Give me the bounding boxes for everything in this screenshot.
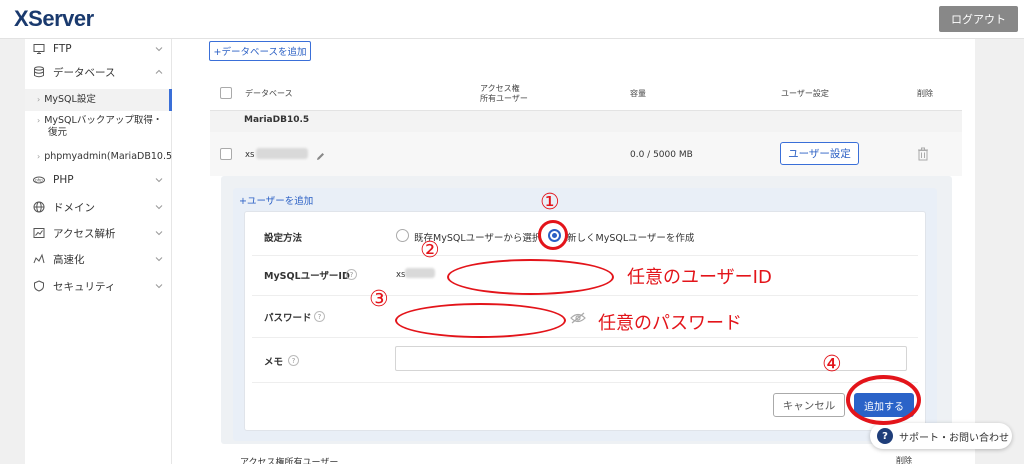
sidebar-subitem-mysql-backup[interactable]: › MySQLバックアップ取得・	[25, 115, 172, 127]
database-icon	[33, 66, 45, 78]
sidebar-item-ftp[interactable]: FTP	[25, 39, 172, 59]
sidebar-item-security[interactable]: セキュリティ	[25, 276, 172, 296]
trash-icon[interactable]	[917, 146, 929, 165]
page: XServer ログアウト FTP データベース › MySQL設定 › MySQL…	[0, 0, 1024, 464]
column-header-database: データベース	[245, 89, 293, 98]
column-header-user-settings: ユーザー設定	[781, 89, 829, 98]
chevron-right-icon: ›	[37, 116, 41, 125]
annotation-user-id-note: 任意のユーザーID	[627, 267, 772, 288]
sidebar-item-label: セキュリティ	[53, 280, 116, 293]
column-header-access-line2: 所有ユーザー	[480, 94, 528, 103]
logout-button[interactable]: ログアウト	[939, 6, 1018, 32]
support-contact-button[interactable]: ? サポート・お問い合わせ	[870, 423, 1012, 449]
annotation-number-2: ②	[420, 238, 440, 263]
annotation-circle-1	[538, 220, 568, 250]
analytics-icon	[33, 227, 45, 239]
chevron-down-icon	[155, 231, 163, 236]
chevron-down-icon	[155, 178, 163, 183]
annotation-ellipse-user-id	[447, 259, 614, 295]
add-user-link[interactable]: +ユーザーを追加	[239, 193, 313, 207]
eye-slash-icon[interactable]	[570, 309, 586, 328]
select-all-checkbox[interactable]	[220, 87, 232, 99]
monitor-icon	[33, 43, 45, 55]
annotation-number-4: ④	[822, 352, 842, 377]
xserver-logo[interactable]: XServer	[14, 6, 94, 32]
database-name: xs	[245, 150, 255, 160]
add-database-button[interactable]: +データベースを追加	[209, 41, 311, 61]
sidebar-item-php[interactable]: php PHP	[25, 170, 172, 190]
access-owner-users-header: アクセス権所有ユーザー	[240, 458, 339, 464]
cancel-button[interactable]: キャンセル	[773, 393, 845, 417]
column-header-capacity: 容量	[630, 89, 646, 98]
redacted-user-id-prefix	[405, 268, 435, 278]
chevron-down-icon	[155, 205, 163, 210]
support-label: サポート・お問い合わせ	[899, 432, 1009, 444]
column-header-access-line1: アクセス権	[480, 84, 520, 93]
memo-label: メモ	[264, 357, 284, 368]
chevron-down-icon	[155, 284, 163, 289]
sidebar-subitem-mysql-settings[interactable]: › MySQL設定	[25, 89, 172, 111]
sidebar-item-speed[interactable]: 高速化	[25, 249, 172, 269]
chevron-down-icon	[155, 47, 163, 52]
annotation-number-3: ③	[369, 287, 389, 312]
form-divider	[252, 295, 918, 296]
chevron-right-icon: ›	[37, 95, 41, 104]
sidebar-item-label: ドメイン	[53, 201, 95, 214]
annotation-password-note: 任意のパスワード	[598, 313, 742, 334]
annotation-ellipse-add-button	[846, 375, 921, 425]
sidebar-item-domain[interactable]: ドメイン	[25, 197, 172, 217]
help-icon[interactable]: ?	[314, 311, 325, 322]
capacity-value: 0.0 / 5000 MB	[630, 150, 693, 160]
sidebar-subitem-label: MySQLバックアップ取得・	[44, 115, 163, 126]
globe-icon	[33, 201, 45, 213]
user-settings-button[interactable]: ユーザー設定	[780, 142, 859, 165]
sidebar-item-label: 高速化	[53, 253, 85, 266]
annotation-ellipse-password	[395, 303, 566, 338]
radio-new-user-label[interactable]: 新しくMySQLユーザーを作成	[567, 230, 694, 244]
annotation-number-1: ①	[540, 190, 560, 215]
svg-text:php: php	[35, 178, 43, 183]
sidebar-item-label: FTP	[53, 43, 72, 55]
sidebar: FTP データベース › MySQL設定 › MySQLバックアップ取得・ 復元 ›…	[25, 39, 176, 464]
sidebar-item-analytics[interactable]: アクセス解析	[25, 223, 172, 243]
group-row	[210, 111, 962, 132]
bottom-delete-header: 削除	[896, 456, 912, 464]
shield-icon	[33, 280, 45, 292]
sidebar-subitem-phpmyadmin[interactable]: › phpmyadmin(MariaDB10.5)	[25, 151, 176, 163]
sidebar-item-label: PHP	[53, 174, 74, 186]
mysql-user-id-label: MySQLユーザーID	[264, 271, 350, 282]
radio-existing-user[interactable]	[396, 229, 409, 242]
sidebar-subitem-label: phpmyadmin(MariaDB10.5)	[44, 151, 176, 162]
php-icon: php	[33, 174, 45, 186]
right-gutter	[975, 39, 1024, 464]
sidebar-item-database[interactable]: データベース	[25, 62, 172, 82]
chevron-right-icon: ›	[37, 152, 41, 161]
edit-pencil-icon[interactable]	[315, 147, 326, 166]
row-checkbox[interactable]	[220, 148, 232, 160]
password-label: パスワード	[264, 313, 312, 324]
redacted-database-name	[256, 148, 308, 159]
form-divider	[252, 382, 918, 383]
help-icon[interactable]: ?	[288, 355, 299, 366]
form-divider	[252, 337, 918, 338]
chevron-up-icon	[155, 69, 163, 74]
column-header-delete: 削除	[917, 89, 933, 98]
sidebar-item-label: アクセス解析	[53, 227, 116, 240]
sidebar-subitem-label: 復元	[48, 127, 68, 138]
group-label: MariaDB10.5	[244, 115, 310, 125]
help-icon[interactable]: ?	[346, 269, 357, 280]
sidebar-subitem-label: MySQL設定	[44, 94, 96, 105]
chevron-down-icon	[155, 257, 163, 262]
top-header: XServer ログアウト	[0, 0, 1024, 39]
sidebar-item-label: データベース	[53, 66, 116, 79]
sidebar-subitem-mysql-backup-line2[interactable]: 復元	[25, 127, 172, 139]
question-icon: ?	[877, 428, 893, 444]
setting-method-label: 設定方法	[264, 233, 303, 244]
speed-icon	[33, 253, 45, 265]
form-divider	[252, 255, 918, 256]
